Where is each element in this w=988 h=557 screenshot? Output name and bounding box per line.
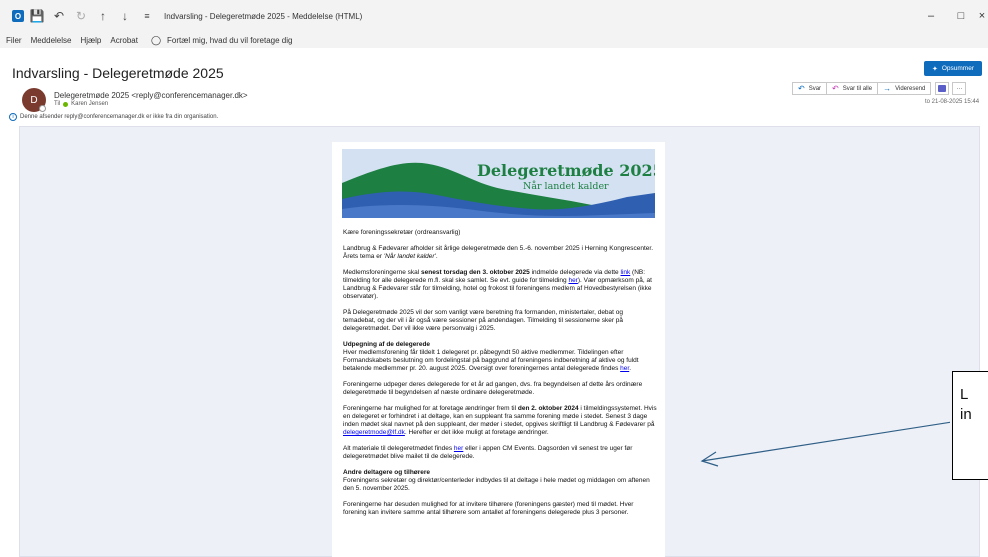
external-sender-warning: i Denne afsender reply@conferencemanager…	[9, 113, 218, 121]
tell-me-box[interactable]: ◯ Fortæl mig, hvad du vil foretage dig	[151, 35, 292, 46]
overview-link[interactable]: her	[620, 365, 629, 372]
reply-label: Svar	[808, 85, 822, 92]
callout-line-1: L	[960, 386, 969, 403]
reply-button[interactable]: ↶ Svar	[792, 82, 828, 95]
undo-icon[interactable]: ↶	[50, 7, 68, 25]
menu-meddelelse[interactable]: Meddelelse	[31, 36, 72, 45]
paragraph-term: Foreningerne udpeger deres delegerede fo…	[343, 381, 643, 396]
more-actions-button[interactable]: ···	[952, 82, 967, 95]
guide-link[interactable]: her	[568, 277, 577, 284]
heading-other-participants: Andre deltagere og tilhørere	[343, 469, 431, 476]
email-link[interactable]: delegeretmode@lf.dk	[343, 429, 405, 436]
paragraph-changes: Foreningerne har mulighed for at foretag…	[343, 405, 657, 436]
timestamp: to 21-08-2025 15:44	[925, 99, 980, 105]
up-arrow-icon[interactable]: ↑	[94, 7, 112, 25]
teams-button[interactable]	[935, 82, 950, 95]
theme-text: 'Når landet kalder'	[383, 253, 436, 260]
newsletter-text: Kære foreningssekretær (ordreansvarlig) …	[343, 229, 657, 525]
menu-hjaelp[interactable]: Hjælp	[80, 36, 101, 45]
reply-all-icon: ↶	[832, 84, 839, 93]
registration-link[interactable]: link	[620, 269, 630, 276]
title-bar: O 💾 ↶ ↻ ↑ ↓ ≡ Indvarsling - Delegeretmød…	[0, 0, 988, 32]
annotation-callout: L in	[952, 371, 988, 480]
banner-subtitle: Når landet kalder	[523, 181, 609, 192]
materials-link[interactable]: her	[454, 445, 463, 452]
sender-name[interactable]: Delegeretmøde 2025 <reply@conferencemana…	[54, 91, 248, 100]
outlook-logo-icon: O	[12, 10, 24, 22]
callout-line-2: in	[960, 406, 972, 423]
presence-icon	[39, 105, 46, 112]
reply-all-label: Svar til alle	[842, 85, 873, 92]
message-subject: Indvarsling - Delegeretmøde 2025	[12, 65, 224, 81]
reply-icon: ↶	[798, 84, 805, 93]
paragraph-guests: Foreningerne har desuden mulighed for at…	[343, 501, 634, 516]
reply-all-button[interactable]: ↶ Svar til alle	[826, 82, 879, 95]
teams-icon	[938, 85, 947, 92]
paragraph-registration: Medlemsforeningerne skal senest torsdag …	[343, 269, 652, 300]
event-banner: Delegeretmøde 2025 Når landet kalder	[342, 149, 655, 218]
heading-delegates: Udpegning af de delegerede	[343, 341, 431, 348]
deadline-text: senest torsdag den 3. oktober 2025	[421, 269, 530, 276]
maximize-button[interactable]: □	[946, 10, 976, 22]
forward-label: Videresend	[895, 85, 926, 92]
summarize-label: Opsummer	[941, 65, 975, 72]
message-actions: ↶ Svar ↶ Svar til alle → Videresend ···	[792, 82, 967, 95]
menu-acrobat[interactable]: Acrobat	[110, 36, 138, 45]
paragraph-materials: Alt materiale til delegeretmødet findes …	[343, 445, 633, 460]
save-icon[interactable]: 💾	[28, 7, 46, 25]
section-delegates: Udpegning af de delegerede Hver medlemsf…	[343, 341, 639, 372]
customize-icon[interactable]: ≡	[138, 7, 156, 25]
to-label: Til	[54, 101, 61, 107]
summarize-button[interactable]: ✦ Opsummer	[924, 61, 982, 76]
copilot-icon: ✦	[931, 65, 938, 73]
menu-filer[interactable]: Filer	[6, 36, 22, 45]
recipient-name[interactable]: Karen Jensen	[71, 101, 108, 107]
close-button[interactable]: ×	[976, 10, 988, 22]
menu-bar: Filer Meddelelse Hjælp Acrobat ◯ Fortæl …	[0, 32, 988, 48]
recipient-presence-icon	[63, 101, 69, 107]
minimize-button[interactable]: –	[916, 10, 946, 22]
section-other-participants: Andre deltagere og tilhørere Foreningens…	[343, 469, 650, 492]
banner-title: Delegeretmøde 2025	[477, 161, 655, 180]
annotation-arrow	[700, 421, 950, 467]
tell-me-text: Fortæl mig, hvad du vil foretage dig	[167, 35, 293, 45]
paragraph-intro: Landbrug & Fødevarer afholder sit årlige…	[343, 245, 654, 260]
warning-text: Denne afsender reply@conferencemanager.d…	[20, 114, 219, 120]
redo-icon[interactable]: ↻	[72, 7, 90, 25]
window-title: Indvarsling - Delegeretmøde 2025 - Medde…	[164, 11, 363, 21]
greeting: Kære foreningssekretær (ordreansvarlig)	[343, 229, 461, 236]
info-icon: i	[9, 113, 17, 121]
forward-icon: →	[883, 84, 892, 93]
change-deadline-text: den 2. oktober 2024	[517, 405, 579, 412]
down-arrow-icon[interactable]: ↓	[116, 7, 134, 25]
lightbulb-icon: ◯	[150, 34, 162, 45]
recipient-line: Til Karen Jensen	[54, 101, 108, 107]
forward-button[interactable]: → Videresend	[877, 82, 932, 95]
paragraph-program: På Delegeretmøde 2025 vil der som vanlig…	[343, 309, 624, 332]
